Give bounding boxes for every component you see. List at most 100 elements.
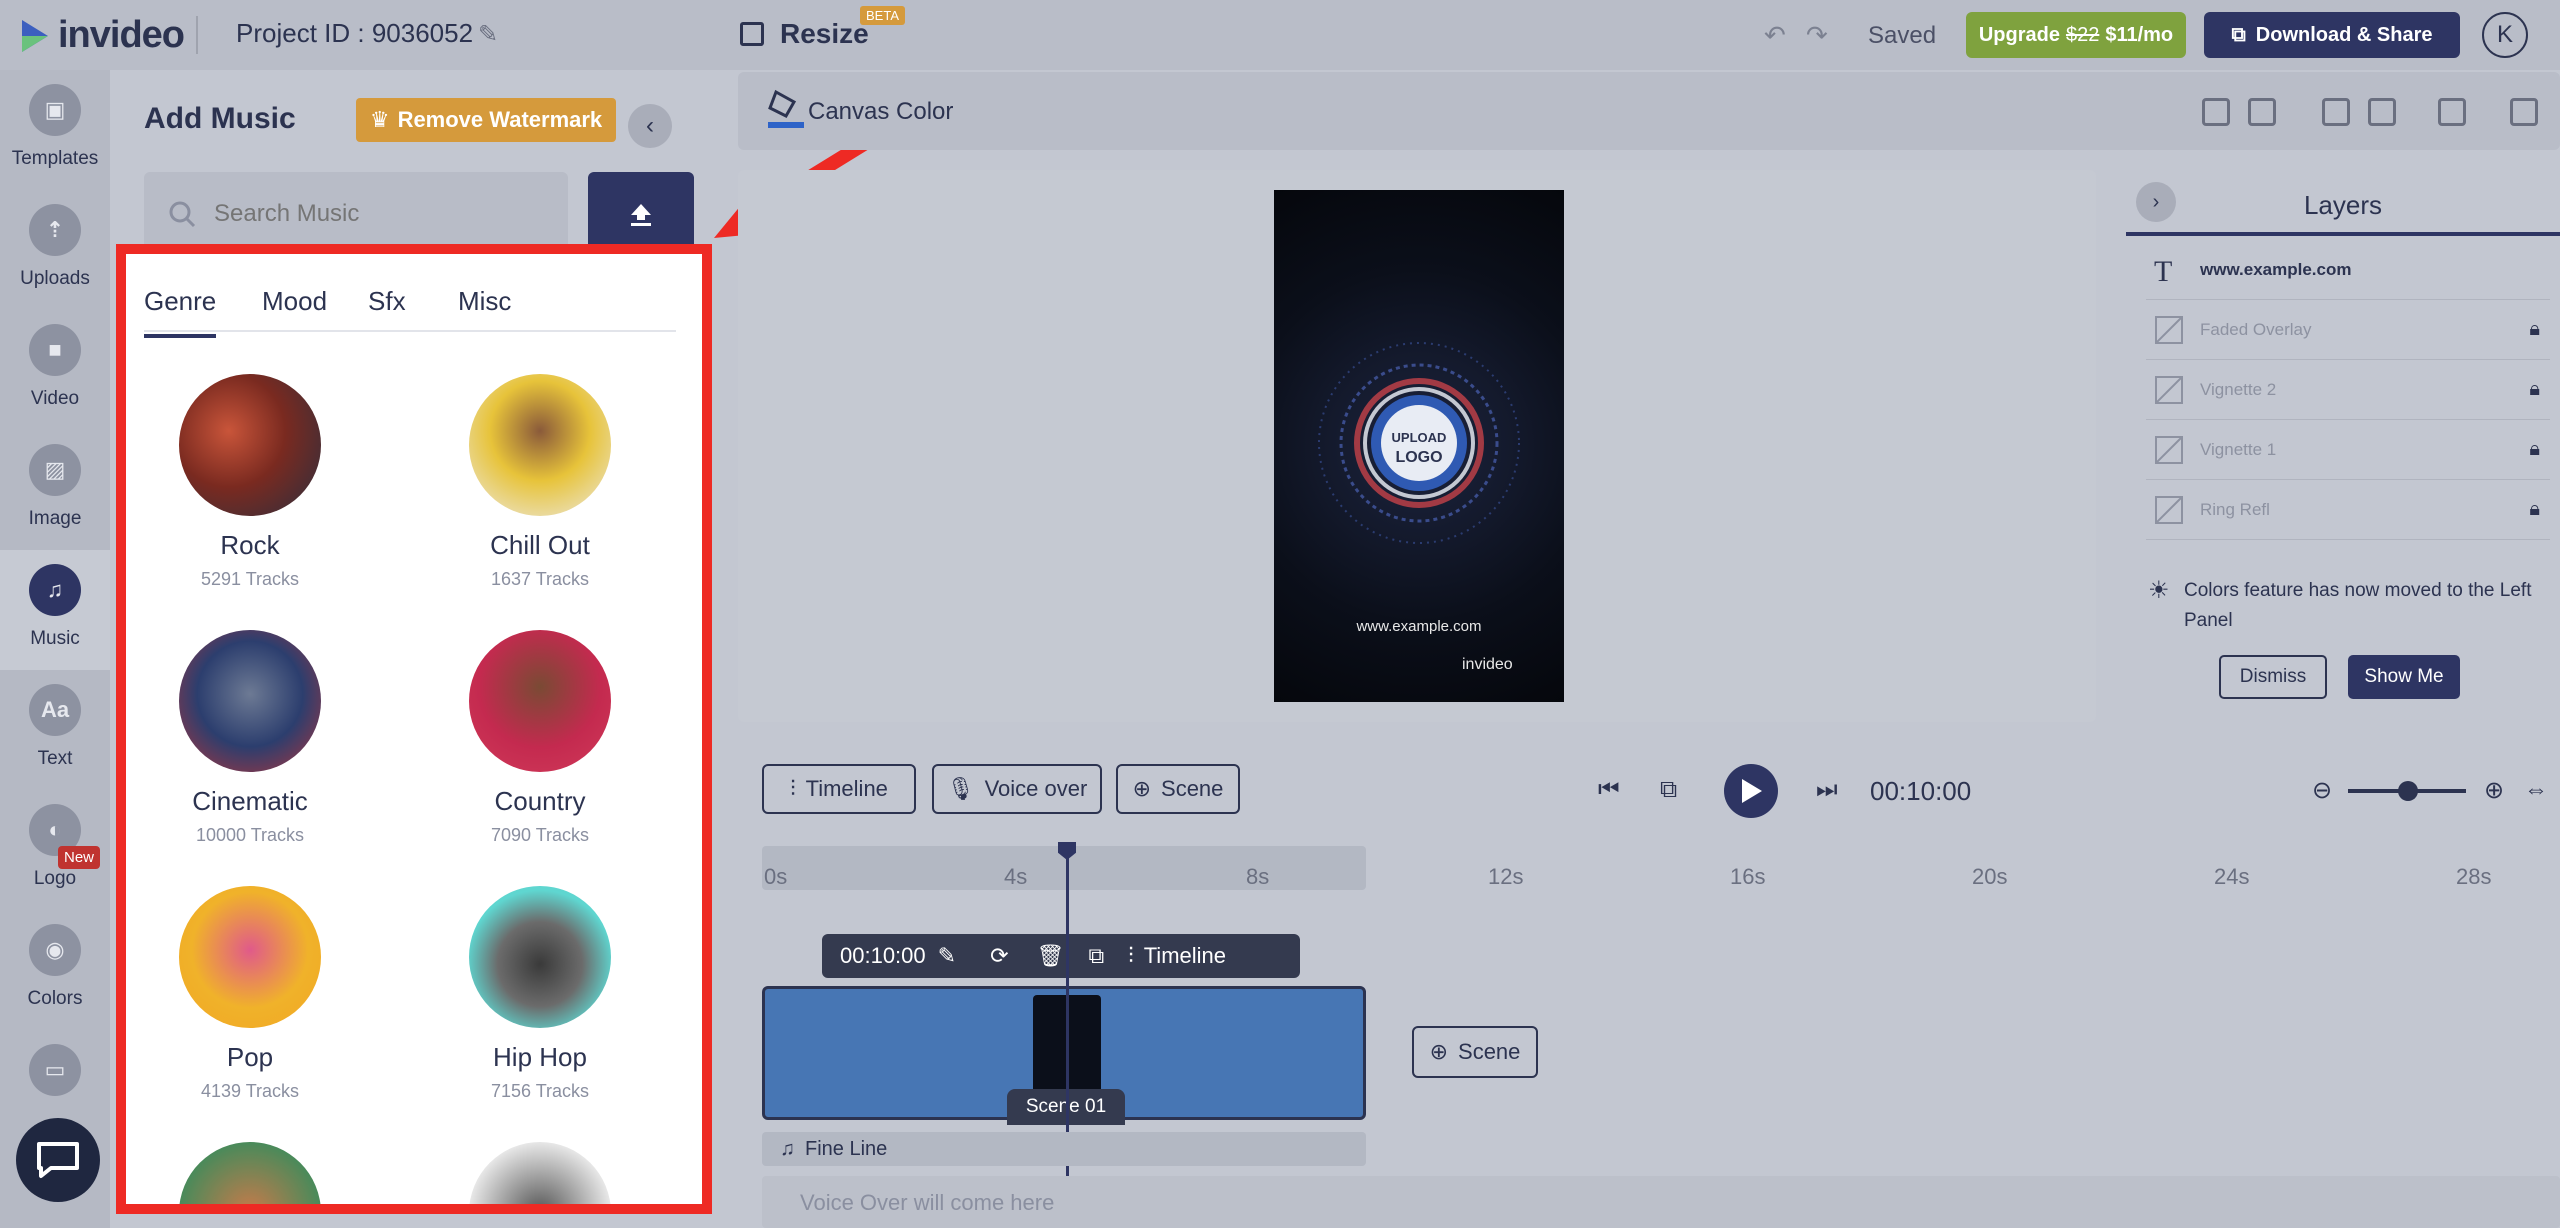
rail-item-uploads[interactable]: ⇡ Uploads: [0, 190, 110, 310]
voice-over-button[interactable]: 🎙︎ Voice over: [932, 764, 1102, 814]
text-layer-icon: T: [2154, 254, 2173, 288]
upload-icon: [631, 204, 651, 226]
rail-item-label: Image: [28, 508, 82, 529]
save-status: Saved: [1868, 22, 1937, 49]
avatar[interactable]: K: [2482, 12, 2528, 58]
tab-sfx[interactable]: Sfx: [368, 286, 406, 317]
genre-card-partial[interactable]: [140, 1142, 360, 1204]
templates-icon: ▣: [29, 84, 81, 136]
layer-item[interactable]: Vignette 2 🔒︎: [2146, 360, 2550, 420]
grid-icon[interactable]: [2510, 98, 2538, 126]
tab-mood[interactable]: Mood: [262, 286, 327, 317]
rail-item-label: Templates: [11, 148, 99, 169]
scene-label: Scene: [1161, 776, 1224, 801]
top-bar: invideo Project ID : 9036052 ✎ Resize BE…: [0, 0, 2560, 70]
undo-icon[interactable]: ↶: [1764, 20, 1786, 51]
scene-timeline-button[interactable]: Timeline: [1144, 943, 1226, 969]
genre-card-country[interactable]: Country 7090 Tracks: [430, 630, 650, 846]
rail-item-label: Text: [37, 748, 73, 769]
preview-scene-icon[interactable]: ⧉: [1660, 776, 1677, 804]
colors-notice: ☀ Colors feature has now moved to the Le…: [2126, 556, 2560, 722]
rail-item-image[interactable]: ▨ Image: [0, 430, 110, 550]
ruler-tick: 28s: [2456, 864, 2492, 889]
timeline-ruler[interactable]: 0s 4s 8s 12s 16s 20s 24s 28s: [762, 846, 2560, 890]
pencil-icon[interactable]: ✎: [938, 943, 956, 969]
play-button[interactable]: [1724, 764, 1778, 818]
canvas-color-button[interactable]: Canvas Color: [808, 98, 953, 126]
layer-name: Ring Refl: [2200, 499, 2270, 519]
audio-track[interactable]: ♫ Fine Line: [762, 1132, 1366, 1166]
upload-logo-line2: LOGO: [1395, 449, 1442, 466]
genre-name: Hip Hop: [493, 1042, 587, 1072]
skip-back-icon[interactable]: ⏮︎: [1598, 776, 1620, 804]
rail-item-video[interactable]: ■ Video: [0, 310, 110, 430]
genre-card-chill-out[interactable]: Chill Out 1637 Tracks: [430, 374, 650, 590]
show-me-button[interactable]: Show Me: [2348, 655, 2460, 699]
scene-clip[interactable]: Scene 01: [762, 986, 1366, 1125]
resize-icon[interactable]: [740, 22, 764, 46]
rail-item-text[interactable]: Aa Text: [0, 670, 110, 790]
layer-item[interactable]: T www.example.com: [2146, 240, 2550, 300]
lock-icon[interactable]: 🔒︎: [2529, 498, 2540, 521]
lock-icon[interactable]: 🔒︎: [2529, 378, 2540, 401]
sliders-icon: ⫶: [1128, 943, 1134, 968]
video-preview[interactable]: UPLOAD LOGO www.example.com invideo: [1274, 190, 1564, 702]
chat-bubble-icon: [37, 1142, 79, 1178]
tab-genre[interactable]: Genre: [144, 286, 217, 338]
genre-card-hip-hop[interactable]: Hip Hop 7156 Tracks: [430, 886, 650, 1102]
zoom-out-icon[interactable]: ⊖: [2312, 776, 2332, 805]
chat-button[interactable]: [16, 1118, 100, 1202]
genre-card-cinematic[interactable]: Cinematic 10000 Tracks: [140, 630, 360, 846]
redo-icon[interactable]: ↷: [1806, 20, 1828, 51]
genre-image: [469, 886, 611, 1028]
resize-button[interactable]: Resize: [780, 18, 869, 50]
add-scene-toolbar-button[interactable]: ⊕ Scene: [1116, 764, 1240, 814]
delete-icon[interactable]: [2438, 98, 2466, 126]
skip-forward-icon[interactable]: ⏭︎: [1816, 776, 1838, 804]
upgrade-button[interactable]: Upgrade $22 $11/mo: [1966, 12, 2186, 58]
genre-card-partial[interactable]: [430, 1142, 650, 1204]
brand-logo[interactable]: invideo: [18, 14, 185, 57]
paint-bucket-icon[interactable]: [766, 86, 806, 130]
voice-over-track[interactable]: Voice Over will come here: [762, 1176, 2560, 1228]
duplicate-icon[interactable]: ⧉: [1088, 943, 1104, 969]
rail-item-colors[interactable]: ◉ Colors: [0, 910, 110, 1030]
search-input[interactable]: [214, 200, 554, 228]
genre-panel-highlight: Genre Mood Sfx Misc Rock 5291 Tracks Chi…: [116, 244, 712, 1214]
rail-item-music[interactable]: ♫ Music: [0, 550, 110, 670]
timeline-area: ⫶ Timeline 🎙︎ Voice over ⊕ Scene ⏮︎ ⧉ ⏭︎…: [738, 748, 2560, 1228]
ruler-tick: 4s: [1004, 864, 1028, 889]
lock-icon[interactable]: 🔒︎: [2529, 318, 2540, 341]
layer-item[interactable]: Ring Refl 🔒︎: [2146, 480, 2550, 540]
bring-forward-icon[interactable]: [2202, 98, 2230, 126]
lock-icon[interactable]: 🔒︎: [2529, 438, 2540, 461]
zoom-slider-handle[interactable]: [2398, 781, 2418, 801]
pencil-icon[interactable]: ✎: [478, 20, 498, 49]
timeline-button[interactable]: ⫶ Timeline: [762, 764, 916, 814]
paste-icon[interactable]: [2248, 98, 2276, 126]
layer-item[interactable]: Faded Overlay 🔒︎: [2146, 300, 2550, 360]
fit-width-icon[interactable]: ⇔: [2524, 776, 2548, 804]
rail-item-templates[interactable]: ▣ Templates: [0, 70, 110, 190]
microphone-icon: 🎙︎: [946, 776, 975, 801]
tab-misc[interactable]: Misc: [458, 286, 511, 317]
image-layer-icon: [2155, 435, 2183, 464]
genre-image: [179, 630, 321, 772]
divider: [2126, 232, 2560, 236]
genre-card-rock[interactable]: Rock 5291 Tracks: [140, 374, 360, 590]
download-share-button[interactable]: ⧉ Download & Share: [2204, 12, 2460, 58]
layer-item[interactable]: Vignette 1 🔒︎: [2146, 420, 2550, 480]
collapse-panel-button[interactable]: ‹: [628, 104, 672, 148]
group-icon[interactable]: [2322, 98, 2350, 126]
add-scene-button[interactable]: ⊕ Scene: [1412, 1026, 1538, 1078]
trash-icon[interactable]: 🗑︎: [1037, 943, 1065, 969]
ruler-tick: 20s: [1972, 864, 2008, 889]
remove-watermark-button[interactable]: ♛ Remove Watermark: [356, 98, 616, 142]
zoom-in-icon[interactable]: ⊕: [2484, 776, 2504, 805]
dismiss-button[interactable]: Dismiss: [2219, 655, 2327, 699]
sliders-icon: ⫶: [790, 776, 796, 801]
genre-card-pop[interactable]: Pop 4139 Tracks: [140, 886, 360, 1102]
duplicate-icon[interactable]: [2368, 98, 2396, 126]
replace-icon[interactable]: ⟳: [990, 943, 1008, 969]
playhead[interactable]: [1066, 846, 1069, 1228]
